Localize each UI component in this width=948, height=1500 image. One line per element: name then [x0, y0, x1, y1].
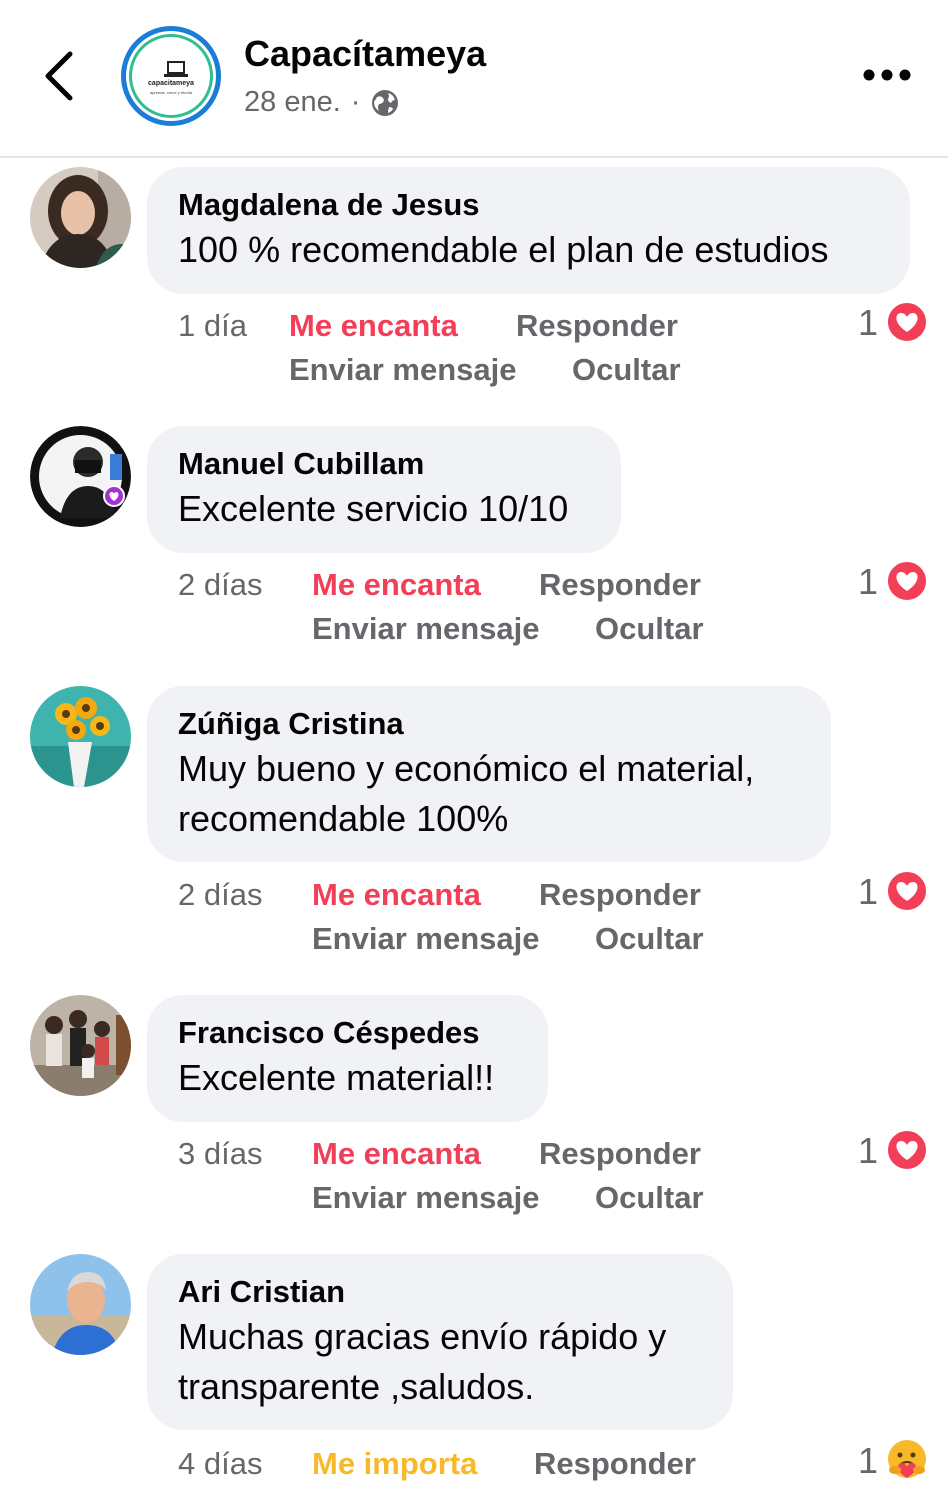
avatar-tagline-text: aprende, crece y triunfa — [149, 90, 193, 95]
more-options-icon[interactable] — [862, 68, 912, 82]
comment-text-line: Muchas gracias envío rápido y — [178, 1316, 667, 1357]
reaction-label[interactable]: Me encanta — [312, 1132, 481, 1176]
reply-button[interactable]: Responder — [534, 1442, 696, 1486]
avatar-brand-text: capacitameya — [148, 80, 194, 87]
comment-text-line: transparente ,saludos. — [178, 1366, 535, 1407]
globe-icon — [372, 89, 399, 116]
comment-author[interactable]: Manuel Cubillam — [178, 444, 589, 484]
love-reaction-icon[interactable] — [885, 300, 929, 344]
reaction-count[interactable]: 1 — [858, 561, 878, 603]
comment-author[interactable]: Magdalena de Jesus — [178, 185, 878, 225]
reaction-count[interactable]: 1 — [858, 1440, 878, 1482]
comment-actions: 2 días Me encanta Responder Enviar mensa… — [0, 563, 760, 653]
avatar-magdalena[interactable] — [30, 167, 131, 268]
comment-time[interactable]: 1 día — [178, 304, 247, 348]
comment-time[interactable]: 4 días — [178, 1442, 262, 1486]
comment-author[interactable]: Francisco Céspedes — [178, 1013, 516, 1053]
reaction-label[interactable]: Me encanta — [312, 873, 481, 917]
comment-bubble: Manuel Cubillam Excelente servicio 10/10 — [147, 426, 621, 553]
hide-button[interactable]: Ocultar — [595, 607, 704, 651]
avatar-manuel[interactable] — [30, 426, 131, 527]
hide-button[interactable]: Ocultar — [572, 348, 681, 392]
post-meta: 28 ene. · — [244, 86, 400, 119]
comment-text-line: 100 % recomendable el plan de estudios — [178, 229, 829, 270]
reaction-count[interactable]: 1 — [858, 302, 878, 344]
reply-button[interactable]: Responder — [539, 1132, 701, 1176]
meta-separator: · — [350, 86, 361, 118]
reply-button[interactable]: Responder — [539, 873, 701, 917]
avatar-zuniga[interactable] — [30, 686, 131, 787]
comment-time[interactable]: 2 días — [178, 563, 262, 607]
reaction-label[interactable]: Me encanta — [312, 563, 481, 607]
love-reaction-icon[interactable] — [885, 559, 929, 603]
love-reaction-icon[interactable] — [885, 1128, 929, 1172]
comment-actions: 4 días Me importa Responder — [0, 1442, 760, 1492]
comment-text-line: Muy bueno y económico el material, — [178, 748, 755, 789]
reaction-label[interactable]: Me importa — [312, 1442, 477, 1486]
care-reaction-icon[interactable] — [885, 1438, 929, 1482]
comment-bubble: Ari Cristian Muchas gracias envío rápido… — [147, 1254, 733, 1430]
page-avatar[interactable]: capacitameya aprende, crece y triunfa — [121, 26, 221, 126]
post-date: 28 ene. — [244, 86, 341, 118]
send-message-button[interactable]: Enviar mensaje — [312, 917, 539, 961]
comment-actions: 1 día Me encanta Responder Enviar mensaj… — [0, 304, 760, 394]
comment-text-line: Excelente servicio 10/10 — [178, 488, 569, 529]
send-message-button[interactable]: Enviar mensaje — [289, 348, 516, 392]
avatar-francisco[interactable] — [30, 995, 131, 1096]
laptop-icon — [164, 61, 188, 77]
reply-button[interactable]: Responder — [516, 304, 678, 348]
post-header: capacitameya aprende, crece y triunfa Ca… — [0, 0, 948, 158]
comment-bubble: Francisco Céspedes Excelente material!! — [147, 995, 548, 1122]
comment-time[interactable]: 2 días — [178, 873, 262, 917]
back-arrow-icon[interactable] — [38, 48, 82, 104]
send-message-button[interactable]: Enviar mensaje — [312, 1176, 539, 1220]
comment-text-line: Excelente material!! — [178, 1057, 495, 1098]
hide-button[interactable]: Ocultar — [595, 917, 704, 961]
reaction-label[interactable]: Me encanta — [289, 304, 458, 348]
love-reaction-icon[interactable] — [885, 869, 929, 913]
avatar-ari[interactable] — [30, 1254, 131, 1355]
comment-actions: 3 días Me encanta Responder Enviar mensa… — [0, 1132, 760, 1222]
comment-text-line: recomendable 100% — [178, 798, 509, 839]
reaction-count[interactable]: 1 — [858, 871, 878, 913]
reply-button[interactable]: Responder — [539, 563, 701, 607]
comment-author[interactable]: Ari Cristian — [178, 1272, 701, 1312]
hide-button[interactable]: Ocultar — [595, 1176, 704, 1220]
comment-time[interactable]: 3 días — [178, 1132, 262, 1176]
reaction-count[interactable]: 1 — [858, 1130, 878, 1172]
comment-author[interactable]: Zúñiga Cristina — [178, 704, 799, 744]
comment-bubble: Magdalena de Jesus 100 % recomendable el… — [147, 167, 910, 294]
send-message-button[interactable]: Enviar mensaje — [312, 607, 539, 651]
comment-actions: 2 días Me encanta Responder Enviar mensa… — [0, 873, 760, 963]
page-name[interactable]: Capacítameya — [244, 33, 486, 75]
comment-bubble: Zúñiga Cristina Muy bueno y económico el… — [147, 686, 831, 862]
